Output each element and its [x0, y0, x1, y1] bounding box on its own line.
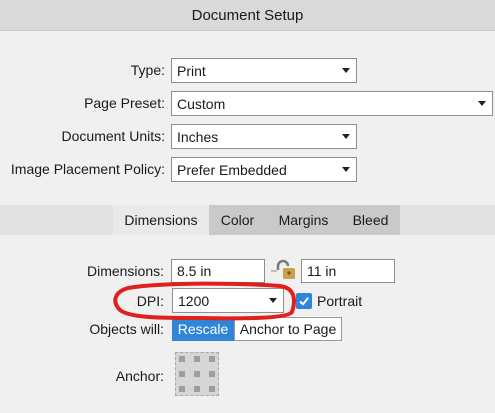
height-value: 11 in [307, 263, 337, 279]
page-preset-label: Page Preset: [84, 95, 165, 111]
checkmark-icon [299, 297, 309, 306]
tab-dimensions[interactable]: Dimensions [113, 205, 209, 235]
anchor-point[interactable] [179, 371, 185, 377]
image-placement-policy-select[interactable]: Prefer Embedded [171, 157, 357, 182]
chevron-down-icon [269, 298, 277, 303]
divider [0, 30, 495, 31]
tab-margins[interactable]: Margins [266, 205, 341, 235]
chevron-down-icon [342, 134, 350, 139]
tab-label: Dimensions [124, 212, 198, 228]
anchor-to-page-label: Anchor to Page [239, 321, 337, 337]
anchor-point[interactable] [179, 356, 185, 362]
document-units-label: Document Units: [61, 128, 165, 144]
objects-will-label: Objects will: [89, 321, 164, 337]
anchor-point[interactable] [179, 386, 185, 392]
dpi-value: 1200 [178, 292, 210, 309]
anchor-point[interactable] [209, 386, 215, 392]
rescale-option[interactable]: Rescale [172, 317, 234, 341]
anchor-point[interactable] [194, 386, 200, 392]
window-title-bar: Document Setup [0, 0, 495, 30]
image-placement-policy-label: Image Placement Policy: [10, 161, 165, 177]
dpi-select[interactable]: 1200 [172, 288, 284, 313]
height-input[interactable]: 11 in [301, 259, 395, 283]
page-preset-value: Custom [177, 95, 226, 112]
window-title: Document Setup [191, 6, 304, 24]
portrait-label: Portrait [317, 293, 363, 309]
anchor-to-page-option[interactable]: Anchor to Page [234, 317, 342, 341]
document-units-value: Inches [177, 128, 219, 145]
document-units-select[interactable]: Inches [171, 124, 357, 149]
portrait-checkbox[interactable] [296, 293, 312, 309]
tab-color[interactable]: Color [209, 205, 266, 235]
tab-bleed[interactable]: Bleed [341, 205, 400, 235]
chevron-down-icon [342, 167, 350, 172]
width-input[interactable]: 8.5 in [171, 259, 265, 283]
anchor-point[interactable] [209, 371, 215, 377]
width-value: 8.5 in [177, 263, 212, 279]
anchor-point[interactable] [209, 356, 215, 362]
anchor-label: Anchor: [115, 368, 164, 384]
anchor-point[interactable] [194, 356, 200, 362]
page-preset-select[interactable]: Custom [171, 91, 493, 116]
type-label: Type: [130, 62, 165, 78]
tab-label: Margins [278, 212, 329, 228]
type-select[interactable]: Print [171, 58, 357, 83]
type-value: Print [177, 62, 206, 79]
anchor-point[interactable] [194, 371, 200, 377]
dpi-label: DPI: [136, 293, 164, 309]
dimensions-label: Dimensions: [86, 263, 164, 279]
anchor-picker[interactable] [175, 352, 219, 396]
chevron-down-icon [342, 68, 350, 73]
tab-label: Color [220, 212, 255, 228]
rescale-label: Rescale [177, 321, 229, 337]
chevron-down-icon [478, 101, 486, 106]
tab-label: Bleed [352, 212, 389, 228]
lock-icon[interactable] [269, 258, 297, 284]
image-placement-policy-value: Prefer Embedded [177, 161, 287, 178]
